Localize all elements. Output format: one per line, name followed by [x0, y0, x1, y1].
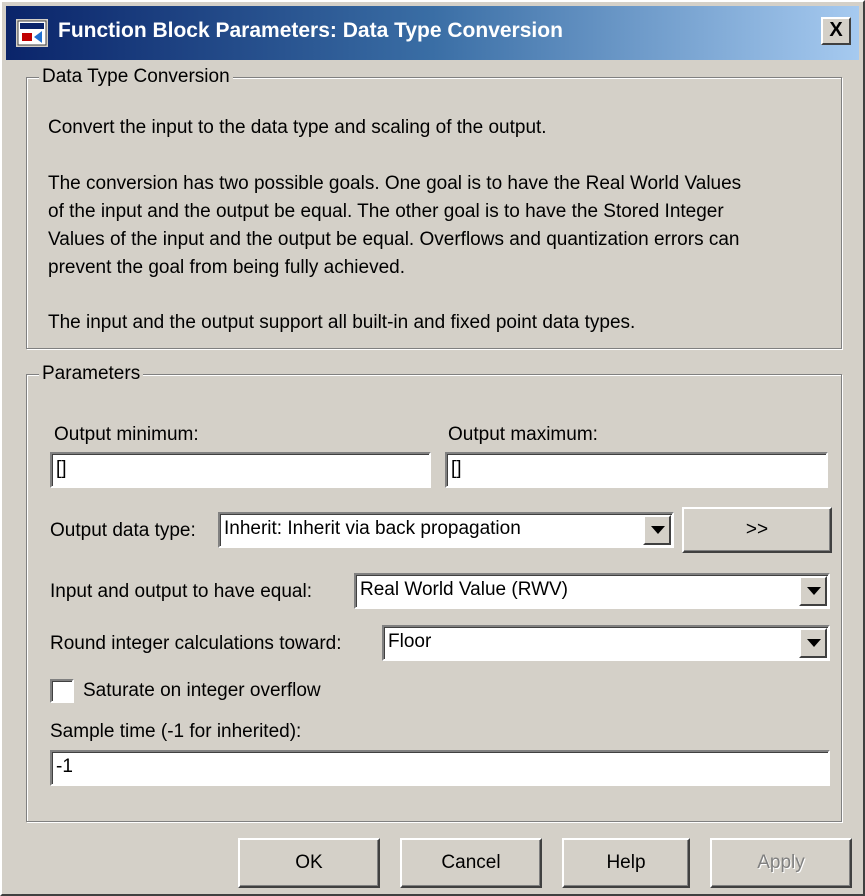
title-bar[interactable]: Function Block Parameters: Data Type Con…	[6, 6, 859, 60]
output-minimum-input[interactable]: []	[50, 452, 431, 488]
sample-time-label: Sample time (-1 for inherited):	[50, 721, 302, 742]
ok-button[interactable]: OK	[238, 838, 380, 888]
round-dropdown-button[interactable]	[799, 628, 827, 658]
equal-value: Real World Value (RWV)	[360, 579, 569, 600]
equal-select[interactable]: Real World Value (RWV)	[354, 573, 830, 609]
dialog-window: Function Block Parameters: Data Type Con…	[0, 0, 865, 896]
saturate-label: Saturate on integer overflow	[83, 680, 321, 701]
description-group-label: Data Type Conversion	[39, 65, 233, 89]
parameters-group-label: Parameters	[39, 362, 144, 386]
output-minimum-label: Output minimum:	[54, 424, 199, 445]
simulink-block-icon	[16, 19, 48, 47]
chevron-down-icon	[807, 639, 821, 647]
output-maximum-input[interactable]: []	[445, 452, 828, 488]
description-line: of the input and the output be equal. Th…	[48, 201, 724, 222]
equal-label: Input and output to have equal:	[50, 581, 312, 602]
data-type-assistant-button[interactable]: >>	[682, 507, 832, 553]
description-paragraph-1: Convert the input to the data type and s…	[48, 117, 547, 138]
description-line: prevent the goal from being fully achiev…	[48, 257, 405, 278]
equal-dropdown-button[interactable]	[799, 576, 827, 606]
round-select[interactable]: Floor	[382, 625, 830, 661]
description-paragraph-3: The input and the output support all bui…	[48, 312, 636, 333]
sample-time-input[interactable]: -1	[50, 750, 830, 786]
window-title: Function Block Parameters: Data Type Con…	[58, 19, 563, 42]
chevron-down-icon	[807, 587, 821, 595]
output-data-type-value: Inherit: Inherit via back propagation	[224, 518, 521, 539]
round-value: Floor	[388, 631, 432, 652]
description-line: Values of the input and the output be eq…	[48, 229, 740, 250]
output-data-type-label: Output data type:	[50, 520, 196, 541]
close-button[interactable]: X	[821, 17, 851, 45]
description-line: The conversion has two possible goals. O…	[48, 173, 742, 194]
chevron-down-icon	[651, 526, 665, 534]
output-maximum-label: Output maximum:	[448, 424, 598, 445]
saturate-checkbox[interactable]	[50, 679, 74, 703]
apply-button[interactable]: Apply	[710, 838, 852, 888]
round-label: Round integer calculations toward:	[50, 633, 342, 654]
output-data-type-dropdown-button[interactable]	[643, 515, 671, 545]
help-button[interactable]: Help	[562, 838, 690, 888]
output-data-type-select[interactable]: Inherit: Inherit via back propagation	[218, 512, 674, 548]
cancel-button[interactable]: Cancel	[400, 838, 542, 888]
description-paragraph-2: The conversion has two possible goals. O…	[48, 170, 848, 282]
